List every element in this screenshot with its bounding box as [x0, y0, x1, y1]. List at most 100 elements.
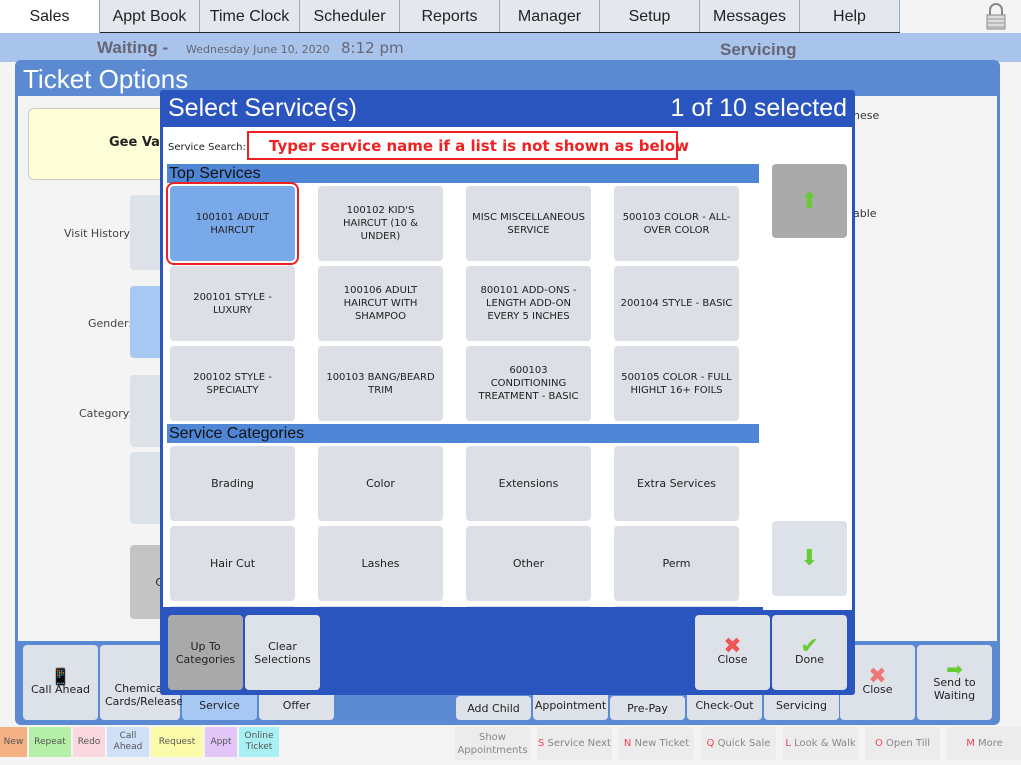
action-text: Look & Walk	[794, 738, 856, 749]
clear-selections-button[interactable]: Clear Selections	[245, 615, 320, 690]
phone-icon: 📱	[50, 666, 71, 686]
service-tile[interactable]: 500103 COLOR - ALL-OVER COLOR	[614, 186, 739, 261]
send-to-waiting-button[interactable]: ➡ Send to Waiting	[917, 645, 992, 720]
service-tile[interactable]: 100102 KID'S HAIRCUT (10 & UNDER)	[318, 186, 443, 261]
category-tile[interactable]: Perm	[614, 526, 739, 601]
legend-2: Redo	[73, 727, 105, 757]
service-tile[interactable]: 200104 STYLE - BASIC	[614, 266, 739, 341]
action-label: O Open Till	[875, 737, 930, 750]
clear-label: Clear Selections	[254, 639, 311, 666]
category-tile[interactable]: Brading	[170, 446, 295, 521]
appointment-label: Appointment	[534, 698, 607, 712]
date: Wednesday June 10, 2020	[186, 43, 330, 56]
bottom-action-3[interactable]: Q Quick Sale	[701, 727, 776, 760]
prepay-label: Pre-Pay	[627, 701, 668, 715]
scroll-up-button[interactable]: ⬆	[772, 164, 847, 238]
dialog-close-button[interactable]: ✖ Close	[695, 615, 770, 690]
visit-history-label: Visit History:	[64, 227, 133, 240]
action-text: New Ticket	[634, 738, 690, 749]
tab-reports[interactable]: Reports	[400, 0, 500, 33]
checkout-label: Check-Out	[695, 698, 754, 712]
service-label: Service	[199, 698, 240, 712]
top-services-header: Top Services	[167, 164, 759, 183]
close-label: Close	[862, 682, 893, 696]
legend-0: New	[0, 727, 27, 757]
servicing-btn-label: Servicing	[776, 698, 827, 712]
right-text-2: able	[853, 207, 877, 220]
search-label: Service Search:	[168, 142, 246, 153]
service-search-input[interactable]: Typer service name if a list is not show…	[247, 131, 689, 160]
service-tile[interactable]: 100101 ADULT HAIRCUT	[166, 182, 299, 265]
selected-count: 1 of 10 selected	[670, 94, 847, 122]
category-tile[interactable]: Extra Services	[614, 446, 739, 521]
search-placeholder: Typer service name if a list is not show…	[269, 136, 689, 155]
grid-clip	[163, 607, 763, 610]
tab-sales[interactable]: Sales	[0, 0, 100, 33]
shortcut-key: N	[623, 738, 632, 749]
tab-time-clock[interactable]: Time Clock	[200, 0, 300, 33]
prepay-button[interactable]: Pre-Pay	[610, 696, 685, 720]
add-child-button[interactable]: Add Child	[456, 696, 531, 720]
done-button[interactable]: ✔ Done	[772, 615, 847, 690]
bottom-action-5[interactable]: O Open Till	[865, 727, 940, 760]
category-tile[interactable]: Color	[318, 446, 443, 521]
tab-appt-book[interactable]: Appt Book	[100, 0, 200, 33]
bottom-action-2[interactable]: N New Ticket	[619, 727, 694, 760]
close-x-icon: ✖	[868, 663, 887, 689]
service-tile[interactable]: 200102 STYLE - SPECIALTY	[170, 346, 295, 421]
service-tile[interactable]: 100103 BANG/BEARD TRIM	[318, 346, 443, 421]
action-text: Open Till	[886, 738, 931, 749]
bottom-action-6[interactable]: M More	[947, 727, 1021, 760]
tab-setup[interactable]: Setup	[600, 0, 700, 33]
bottom-action-0[interactable]: Show Appointments	[455, 727, 530, 760]
client-card[interactable]: Gee Var	[28, 108, 178, 180]
close-x-icon: ✖	[723, 633, 742, 659]
call-ahead-label: Call Ahead	[30, 682, 91, 696]
client-name: Gee Var	[109, 135, 167, 150]
bottom-action-1[interactable]: S Service Next	[537, 727, 612, 760]
action-label: S Service Next	[538, 737, 611, 750]
tab-help[interactable]: Help	[800, 0, 900, 33]
tab-scheduler[interactable]: Scheduler	[300, 0, 400, 33]
lock-icon[interactable]	[984, 2, 1008, 30]
category-tile[interactable]: Lashes	[318, 526, 443, 601]
gender-label: Gender:	[88, 317, 133, 330]
shortcut-key: Q	[706, 738, 715, 749]
scroll-down-button[interactable]: ⬇	[772, 521, 847, 596]
action-label: Show Appointments	[455, 731, 530, 757]
arrow-down-icon: ⬇	[800, 546, 819, 571]
bottom-action-4[interactable]: L Look & Walk	[783, 727, 858, 760]
up-to-label: Up To Categories	[175, 639, 236, 666]
arrow-up-icon: ⬆	[800, 188, 819, 214]
tab-messages[interactable]: Messages	[700, 0, 800, 33]
service-tile[interactable]: MISC MISCELLANEOUS SERVICE	[466, 186, 591, 261]
service-tile[interactable]: 800101 ADD-ONS - LENGTH ADD-ON EVERY 5 I…	[466, 266, 591, 341]
legend-6: Online Ticket	[239, 727, 279, 757]
waiting-label: Waiting -	[97, 38, 169, 57]
category-tile[interactable]: Hair Cut	[170, 526, 295, 601]
service-tile[interactable]: 600103 CONDITIONING TREATMENT - BASIC	[466, 346, 591, 421]
dialog-title: Select Service(s)	[168, 94, 357, 122]
legend-1: Repeat	[29, 727, 71, 757]
action-label: L Look & Walk	[785, 737, 855, 750]
category-tile[interactable]: Extensions	[466, 446, 591, 521]
service-tile[interactable]: 500105 COLOR - FULL HIGHLT 16+ FOILS	[614, 346, 739, 421]
tab-manager[interactable]: Manager	[500, 0, 600, 33]
category-tile[interactable]: Other	[466, 526, 591, 601]
service-tile[interactable]: 100106 ADULT HAIRCUT WITH SHAMPOO	[318, 266, 443, 341]
action-text: Show Appointments	[457, 731, 528, 756]
dialog-close-label: Close	[717, 652, 748, 666]
shortcut-key: O	[874, 738, 883, 749]
right-text-1: nese	[853, 109, 880, 122]
send-label: Send to Waiting	[933, 676, 976, 702]
call-ahead-button[interactable]: 📱 Call Ahead	[23, 645, 98, 720]
action-text: More	[978, 738, 1003, 749]
shortcut-key: L	[785, 738, 791, 749]
legend-4: Request	[151, 727, 203, 757]
up-to-categories-button[interactable]: Up To Categories	[168, 615, 243, 690]
service-tile[interactable]: 200101 STYLE - LUXURY	[170, 266, 295, 341]
shortcut-key: M	[966, 738, 975, 749]
legend-5: Appt	[205, 727, 237, 757]
action-label: N New Ticket	[624, 737, 689, 750]
legend-3: Call Ahead	[107, 727, 149, 757]
